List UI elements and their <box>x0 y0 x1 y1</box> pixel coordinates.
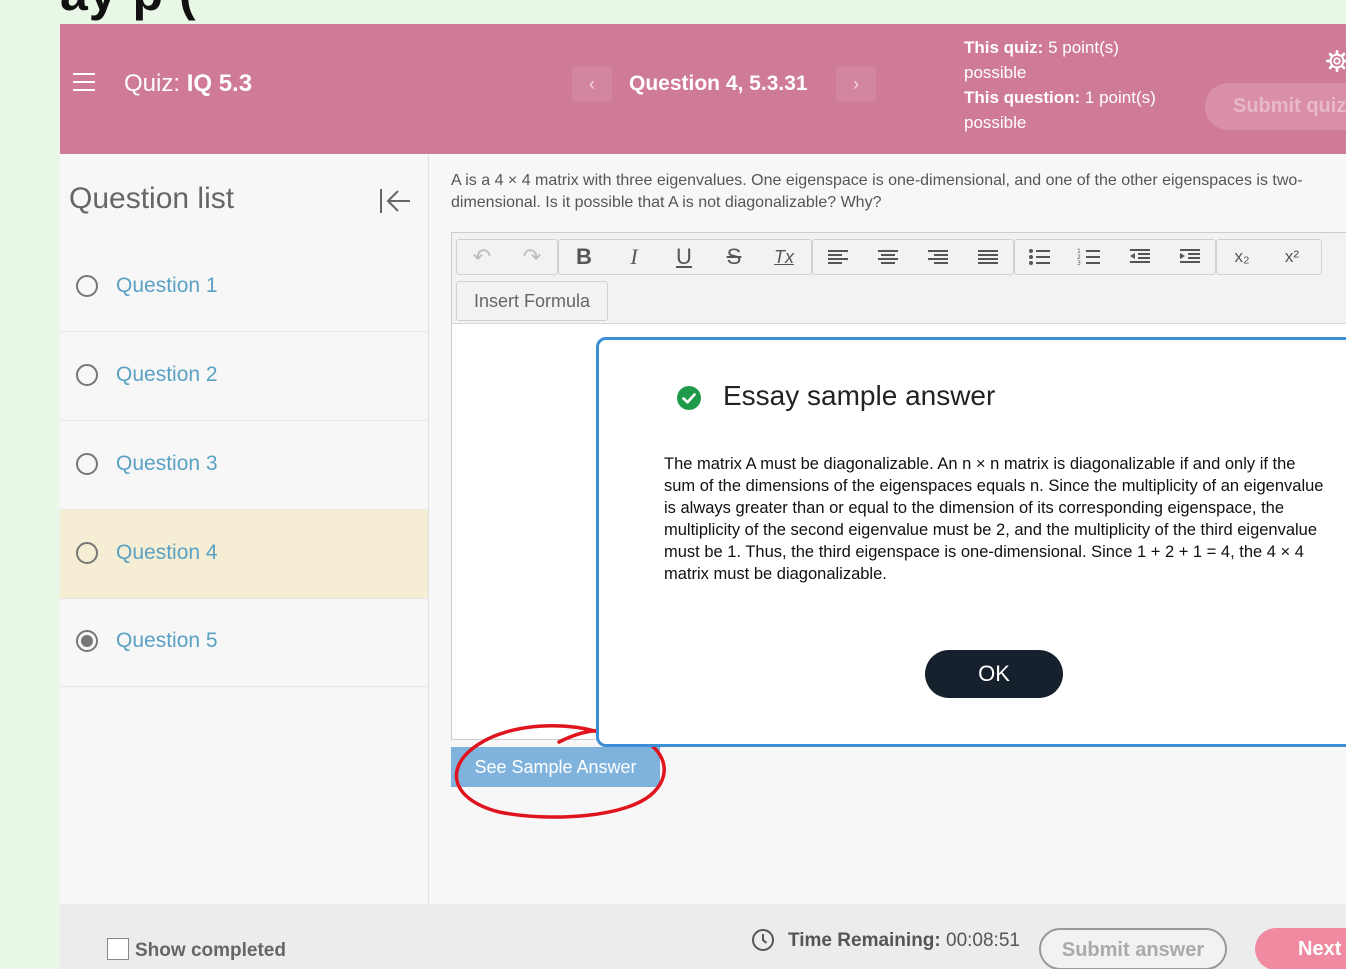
quiz-header: Quiz: IQ 5.3 ‹ Question 4, 5.3.31 › This… <box>60 24 1346 154</box>
svg-text:3: 3 <box>1077 260 1081 267</box>
time-remaining-label: Time Remaining: <box>788 930 941 951</box>
question-main: A is a 4 × 4 matrix with three eigenvalu… <box>429 154 1346 904</box>
italic-button[interactable]: I <box>609 240 659 274</box>
show-completed-toggle[interactable]: Show completed <box>107 938 286 962</box>
sample-answer-text: The matrix A must be diagonalizable. An … <box>664 455 1324 583</box>
collapse-sidebar-icon[interactable] <box>378 186 412 216</box>
align-group <box>812 239 1014 275</box>
clock-icon <box>752 929 774 951</box>
sample-answer-modal: Essay sample answer The matrix A must be… <box>596 337 1346 747</box>
format-group: B I U S Tx <box>558 239 812 275</box>
see-sample-answer-button[interactable]: See Sample Answer <box>451 747 660 787</box>
list-group: 123 <box>1014 239 1216 275</box>
sidebar-item-question-4[interactable]: Question 4 <box>60 510 428 599</box>
hamburger-menu-icon[interactable] <box>73 73 95 91</box>
ok-button[interactable]: OK <box>925 650 1063 698</box>
show-completed-checkbox[interactable] <box>107 938 129 960</box>
sidebar-item-question-2[interactable]: Question 2 <box>60 332 428 421</box>
background-text-fragment: ay p ( <box>60 0 1346 24</box>
align-left-icon[interactable] <box>813 240 863 274</box>
submit-quiz-button[interactable]: Submit quiz <box>1205 83 1346 130</box>
align-center-icon[interactable] <box>863 240 913 274</box>
superscript-button[interactable]: x² <box>1267 240 1317 274</box>
question-status-radio <box>76 630 98 652</box>
modal-title: Essay sample answer <box>723 380 996 411</box>
question-label: Question 1 <box>116 274 218 297</box>
history-group: ↶ ↷ <box>456 239 558 275</box>
question-label: Question 2 <box>116 363 218 386</box>
show-completed-label: Show completed <box>135 940 286 961</box>
numbered-list-icon[interactable]: 123 <box>1065 240 1115 274</box>
time-remaining: Time Remaining: 00:08:51 <box>788 930 1020 952</box>
sidebar-item-question-3[interactable]: Question 3 <box>60 421 428 510</box>
question-status-radio <box>76 542 98 564</box>
bold-button[interactable]: B <box>559 240 609 274</box>
insert-formula-button[interactable]: Insert Formula <box>456 281 608 321</box>
gear-icon[interactable] <box>1326 50 1346 72</box>
cut-off-heading: ay p ( <box>60 0 197 22</box>
this-question-label: This question: <box>964 88 1081 107</box>
outdent-icon[interactable] <box>1115 240 1165 274</box>
time-remaining-value: 00:08:51 <box>946 930 1020 951</box>
question-list-sidebar: Question list Question 1 Question 2 Ques… <box>60 154 429 904</box>
question-label: Question 4 <box>116 541 218 564</box>
sidebar-item-question-5[interactable]: Question 5 <box>60 598 428 687</box>
question-status-radio <box>76 453 98 475</box>
this-quiz-label: This quiz: <box>964 38 1044 57</box>
next-question-button[interactable]: › <box>836 66 876 102</box>
subscript-button[interactable]: x₂ <box>1217 240 1267 274</box>
underline-button[interactable]: U <box>659 240 709 274</box>
bullet-list-icon[interactable] <box>1015 240 1065 274</box>
question-list-title: Question list <box>69 182 235 215</box>
question-status-radio <box>76 364 98 386</box>
align-right-icon[interactable] <box>913 240 963 274</box>
points-info: This quiz: 5 point(s) possible This ques… <box>964 35 1164 135</box>
indent-icon[interactable] <box>1165 240 1215 274</box>
script-group: x₂ x² <box>1216 239 1322 275</box>
editor-toolbar: ↶ ↷ B I U S Tx 1 2 3 x₂ x² Insert Formul… <box>452 233 1346 324</box>
next-button[interactable]: Next <box>1255 928 1346 969</box>
submit-answer-button[interactable]: Submit answer <box>1039 928 1227 969</box>
question-label: Question 3 <box>116 452 218 475</box>
clear-format-button[interactable]: Tx <box>759 240 809 274</box>
undo-button[interactable]: ↶ <box>457 240 507 274</box>
quiz-name: IQ 5.3 <box>186 70 253 97</box>
current-question-title: Question 4, 5.3.31 <box>629 72 808 95</box>
question-label: Question 5 <box>116 629 218 652</box>
quiz-footer: Show completed Time Remaining: 00:08:51 … <box>60 904 1346 969</box>
quiz-title: Quiz: IQ 5.3 <box>124 70 252 98</box>
quiz-app: Quiz: IQ 5.3 ‹ Question 4, 5.3.31 › This… <box>60 24 1346 969</box>
previous-question-button[interactable]: ‹ <box>572 66 612 102</box>
redo-button[interactable]: ↷ <box>507 240 557 274</box>
quiz-label: Quiz: <box>124 70 181 97</box>
strikethrough-button[interactable]: S <box>709 240 759 274</box>
sidebar-item-question-1[interactable]: Question 1 <box>60 243 428 332</box>
check-circle-icon <box>677 386 701 410</box>
question-text: A is a 4 × 4 matrix with three eigenvalu… <box>451 172 1303 211</box>
align-justify-icon[interactable] <box>963 240 1013 274</box>
question-status-radio <box>76 275 98 297</box>
